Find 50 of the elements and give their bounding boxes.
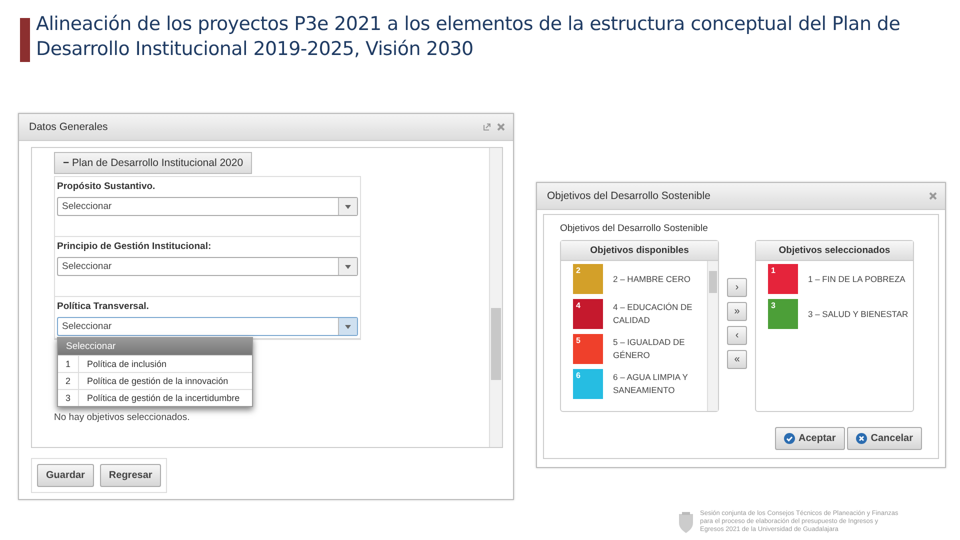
scrollbar[interactable]: [489, 148, 502, 447]
option-number: 1: [58, 356, 79, 372]
title-accent-bar: [20, 18, 30, 62]
goal-label[interactable]: 4 – EDUCACIÓN DE CALIDAD: [613, 301, 703, 327]
goal-label[interactable]: 1 – FIN DE LA POBREZA: [808, 272, 906, 286]
dialog-button[interactable]: Aceptar: [774, 427, 845, 450]
check-icon: [784, 433, 794, 444]
dropdown-caret-icon: [345, 264, 351, 268]
dialog-button[interactable]: Cancelar: [846, 427, 922, 450]
select-field[interactable]: Seleccionar: [57, 197, 358, 216]
crest-icon: [676, 510, 696, 534]
goal-tile[interactable]: 4: [573, 299, 603, 329]
move-button[interactable]: ›: [727, 278, 747, 297]
scrollbar[interactable]: [707, 261, 718, 411]
section-toggle-button[interactable]: − Plan de Desarrollo Institucional 2020: [54, 152, 252, 174]
list-header: Objetivos seleccionados: [756, 241, 913, 261]
option-number: 3: [58, 390, 79, 406]
field-label: Política Transversal.: [57, 301, 150, 312]
list-header: Objetivos disponibles: [561, 241, 718, 261]
move-button[interactable]: ‹: [727, 326, 747, 345]
goal-label[interactable]: 3 – SALUD Y BIENESTAR: [808, 308, 908, 320]
popout-icon[interactable]: [483, 123, 491, 131]
close-icon[interactable]: [929, 192, 937, 200]
dropdown-option[interactable]: Política de gestión de la incertidumbre: [79, 390, 248, 406]
dropdown-caret-icon: [345, 324, 351, 328]
dropdown-caret-icon: [345, 204, 351, 208]
window-title: Datos Generales: [29, 121, 108, 133]
close-icon[interactable]: [497, 123, 505, 131]
slide-title: Alineación de los proyectos P3e 2021 a los elementos de la estructura conceptual del Plan de Desarrollo Institucional 2019-2025, Visión 2030: [36, 12, 902, 62]
window-title: Objetivos del Desarrollo Sostenible: [547, 190, 710, 202]
move-button[interactable]: »: [727, 302, 747, 321]
dropdown-header[interactable]: Seleccionar: [58, 338, 252, 355]
dropdown-option[interactable]: Política de inclusión: [79, 356, 175, 372]
option-number: 2: [58, 373, 79, 389]
select-field[interactable]: Seleccionar: [57, 257, 358, 276]
field-label: Propósito Sustantivo.: [57, 181, 156, 192]
goal-label[interactable]: 5 – IGUALDAD DE GÉNERO: [613, 336, 703, 362]
empty-message: No hay objetivos seleccionados.: [54, 412, 191, 423]
field-label: Principio de Gestión Institucional:: [57, 241, 212, 252]
goal-label[interactable]: 6 – AGUA LIMPIA Y SANEAMIENTO: [613, 371, 703, 397]
select-field[interactable]: Seleccionar: [57, 317, 358, 336]
goal-tile[interactable]: 1: [768, 264, 798, 294]
cancel-icon: [856, 433, 867, 444]
panel-title: Objetivos del Desarrollo Sostenible: [560, 223, 709, 234]
dropdown-option[interactable]: Política de gestión de la innovación: [79, 373, 236, 389]
move-button[interactable]: «: [727, 350, 747, 369]
goal-tile[interactable]: 5: [573, 334, 603, 364]
form-button[interactable]: Regresar: [100, 464, 162, 487]
form-button[interactable]: Guardar: [37, 464, 94, 487]
goal-label[interactable]: 2 – HAMBRE CERO: [613, 272, 690, 286]
